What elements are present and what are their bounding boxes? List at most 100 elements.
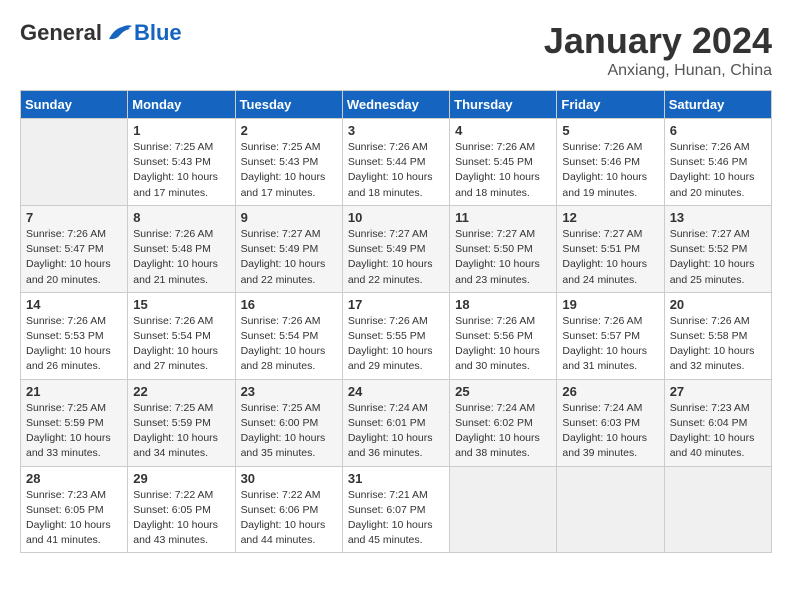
- calendar-day-cell: 15 Sunrise: 7:26 AMSunset: 5:54 PMDayligh…: [128, 292, 235, 379]
- calendar-week-row: 7 Sunrise: 7:26 AMSunset: 5:47 PMDaylight…: [21, 205, 772, 292]
- day-info: Sunrise: 7:26 AMSunset: 5:48 PMDaylight:…: [133, 227, 229, 288]
- calendar-day-cell: [664, 466, 771, 553]
- calendar-day-cell: 19 Sunrise: 7:26 AMSunset: 5:57 PMDayligh…: [557, 292, 664, 379]
- calendar-day-cell: 31 Sunrise: 7:21 AMSunset: 6:07 PMDayligh…: [342, 466, 449, 553]
- day-info: Sunrise: 7:25 AMSunset: 5:59 PMDaylight:…: [133, 401, 229, 462]
- calendar-day-cell: 10 Sunrise: 7:27 AMSunset: 5:49 PMDayligh…: [342, 205, 449, 292]
- day-info: Sunrise: 7:26 AMSunset: 5:44 PMDaylight:…: [348, 140, 444, 201]
- calendar-day-cell: 23 Sunrise: 7:25 AMSunset: 6:00 PMDayligh…: [235, 379, 342, 466]
- day-info: Sunrise: 7:26 AMSunset: 5:56 PMDaylight:…: [455, 314, 551, 375]
- day-number: 16: [241, 297, 337, 312]
- day-number: 22: [133, 384, 229, 399]
- day-info: Sunrise: 7:26 AMSunset: 5:58 PMDaylight:…: [670, 314, 766, 375]
- day-info: Sunrise: 7:25 AMSunset: 6:00 PMDaylight:…: [241, 401, 337, 462]
- day-number: 23: [241, 384, 337, 399]
- day-number: 17: [348, 297, 444, 312]
- month-title: January 2024: [544, 20, 772, 62]
- day-number: 13: [670, 210, 766, 225]
- logo-blue-text: Blue: [134, 20, 182, 46]
- day-info: Sunrise: 7:24 AMSunset: 6:03 PMDaylight:…: [562, 401, 658, 462]
- calendar-day-header: Monday: [128, 91, 235, 119]
- calendar-day-cell: 18 Sunrise: 7:26 AMSunset: 5:56 PMDayligh…: [450, 292, 557, 379]
- day-info: Sunrise: 7:26 AMSunset: 5:53 PMDaylight:…: [26, 314, 122, 375]
- day-number: 3: [348, 123, 444, 138]
- day-number: 18: [455, 297, 551, 312]
- calendar-day-header: Sunday: [21, 91, 128, 119]
- calendar-table: SundayMondayTuesdayWednesdayThursdayFrid…: [20, 90, 772, 553]
- logo: General Blue: [20, 20, 182, 46]
- calendar-day-cell: 8 Sunrise: 7:26 AMSunset: 5:48 PMDaylight…: [128, 205, 235, 292]
- calendar-day-cell: 20 Sunrise: 7:26 AMSunset: 5:58 PMDayligh…: [664, 292, 771, 379]
- calendar-day-cell: 3 Sunrise: 7:26 AMSunset: 5:44 PMDaylight…: [342, 119, 449, 206]
- day-number: 21: [26, 384, 122, 399]
- calendar-day-cell: 12 Sunrise: 7:27 AMSunset: 5:51 PMDayligh…: [557, 205, 664, 292]
- calendar-day-cell: 17 Sunrise: 7:26 AMSunset: 5:55 PMDayligh…: [342, 292, 449, 379]
- calendar-day-cell: 6Sunrise: 7:26 AMSunset: 5:46 PMDaylight…: [664, 119, 771, 206]
- calendar-day-cell: 26 Sunrise: 7:24 AMSunset: 6:03 PMDayligh…: [557, 379, 664, 466]
- calendar-day-cell: [557, 466, 664, 553]
- calendar-day-cell: [450, 466, 557, 553]
- calendar-day-cell: [21, 119, 128, 206]
- day-info: Sunrise: 7:27 AMSunset: 5:49 PMDaylight:…: [241, 227, 337, 288]
- calendar-day-cell: 2Sunrise: 7:25 AMSunset: 5:43 PMDaylight…: [235, 119, 342, 206]
- day-info: Sunrise: 7:23 AMSunset: 6:05 PMDaylight:…: [26, 488, 122, 549]
- day-info: Sunrise: 7:22 AMSunset: 6:05 PMDaylight:…: [133, 488, 229, 549]
- calendar-day-header: Friday: [557, 91, 664, 119]
- calendar-day-cell: 21Sunrise: 7:25 AMSunset: 5:59 PMDayligh…: [21, 379, 128, 466]
- day-number: 14: [26, 297, 122, 312]
- day-info: Sunrise: 7:25 AMSunset: 5:43 PMDaylight:…: [241, 140, 337, 201]
- day-info: Sunrise: 7:26 AMSunset: 5:57 PMDaylight:…: [562, 314, 658, 375]
- day-number: 31: [348, 471, 444, 486]
- calendar-day-cell: 9Sunrise: 7:27 AMSunset: 5:49 PMDaylight…: [235, 205, 342, 292]
- calendar-day-cell: 14 Sunrise: 7:26 AMSunset: 5:53 PMDayligh…: [21, 292, 128, 379]
- calendar-day-header: Thursday: [450, 91, 557, 119]
- day-info: Sunrise: 7:27 AMSunset: 5:50 PMDaylight:…: [455, 227, 551, 288]
- day-number: 8: [133, 210, 229, 225]
- day-info: Sunrise: 7:26 AMSunset: 5:46 PMDaylight:…: [670, 140, 766, 201]
- day-number: 26: [562, 384, 658, 399]
- day-info: Sunrise: 7:26 AMSunset: 5:55 PMDaylight:…: [348, 314, 444, 375]
- day-number: 19: [562, 297, 658, 312]
- day-number: 7: [26, 210, 122, 225]
- day-number: 5: [562, 123, 658, 138]
- day-number: 10: [348, 210, 444, 225]
- day-info: Sunrise: 7:27 AMSunset: 5:49 PMDaylight:…: [348, 227, 444, 288]
- calendar-day-cell: 4Sunrise: 7:26 AMSunset: 5:45 PMDaylight…: [450, 119, 557, 206]
- day-number: 20: [670, 297, 766, 312]
- calendar-header-row: SundayMondayTuesdayWednesdayThursdayFrid…: [21, 91, 772, 119]
- calendar-day-header: Tuesday: [235, 91, 342, 119]
- day-number: 4: [455, 123, 551, 138]
- day-number: 30: [241, 471, 337, 486]
- day-info: Sunrise: 7:24 AMSunset: 6:02 PMDaylight:…: [455, 401, 551, 462]
- day-info: Sunrise: 7:26 AMSunset: 5:47 PMDaylight:…: [26, 227, 122, 288]
- day-number: 24: [348, 384, 444, 399]
- day-number: 27: [670, 384, 766, 399]
- calendar-day-cell: 24 Sunrise: 7:24 AMSunset: 6:01 PMDayligh…: [342, 379, 449, 466]
- day-info: Sunrise: 7:26 AMSunset: 5:54 PMDaylight:…: [133, 314, 229, 375]
- calendar-day-cell: 11 Sunrise: 7:27 AMSunset: 5:50 PMDayligh…: [450, 205, 557, 292]
- day-info: Sunrise: 7:22 AMSunset: 6:06 PMDaylight:…: [241, 488, 337, 549]
- calendar-day-cell: 25 Sunrise: 7:24 AMSunset: 6:02 PMDayligh…: [450, 379, 557, 466]
- calendar-week-row: 14 Sunrise: 7:26 AMSunset: 5:53 PMDayligh…: [21, 292, 772, 379]
- day-info: Sunrise: 7:23 AMSunset: 6:04 PMDaylight:…: [670, 401, 766, 462]
- day-info: Sunrise: 7:26 AMSunset: 5:54 PMDaylight:…: [241, 314, 337, 375]
- page-header: General Blue January 2024 Anxiang, Hunan…: [20, 20, 772, 80]
- calendar-day-cell: 28 Sunrise: 7:23 AMSunset: 6:05 PMDayligh…: [21, 466, 128, 553]
- day-number: 12: [562, 210, 658, 225]
- day-number: 28: [26, 471, 122, 486]
- day-number: 29: [133, 471, 229, 486]
- day-number: 1: [133, 123, 229, 138]
- day-number: 25: [455, 384, 551, 399]
- calendar-day-cell: 27 Sunrise: 7:23 AMSunset: 6:04 PMDayligh…: [664, 379, 771, 466]
- calendar-day-cell: 13Sunrise: 7:27 AMSunset: 5:52 PMDayligh…: [664, 205, 771, 292]
- day-info: Sunrise: 7:25 AMSunset: 5:43 PMDaylight:…: [133, 140, 229, 201]
- day-info: Sunrise: 7:21 AMSunset: 6:07 PMDaylight:…: [348, 488, 444, 549]
- day-info: Sunrise: 7:27 AMSunset: 5:51 PMDaylight:…: [562, 227, 658, 288]
- day-info: Sunrise: 7:24 AMSunset: 6:01 PMDaylight:…: [348, 401, 444, 462]
- day-number: 15: [133, 297, 229, 312]
- location-text: Anxiang, Hunan, China: [544, 62, 772, 80]
- calendar-day-cell: 5Sunrise: 7:26 AMSunset: 5:46 PMDaylight…: [557, 119, 664, 206]
- logo-bird-icon: [104, 21, 134, 45]
- calendar-week-row: 28 Sunrise: 7:23 AMSunset: 6:05 PMDayligh…: [21, 466, 772, 553]
- day-number: 11: [455, 210, 551, 225]
